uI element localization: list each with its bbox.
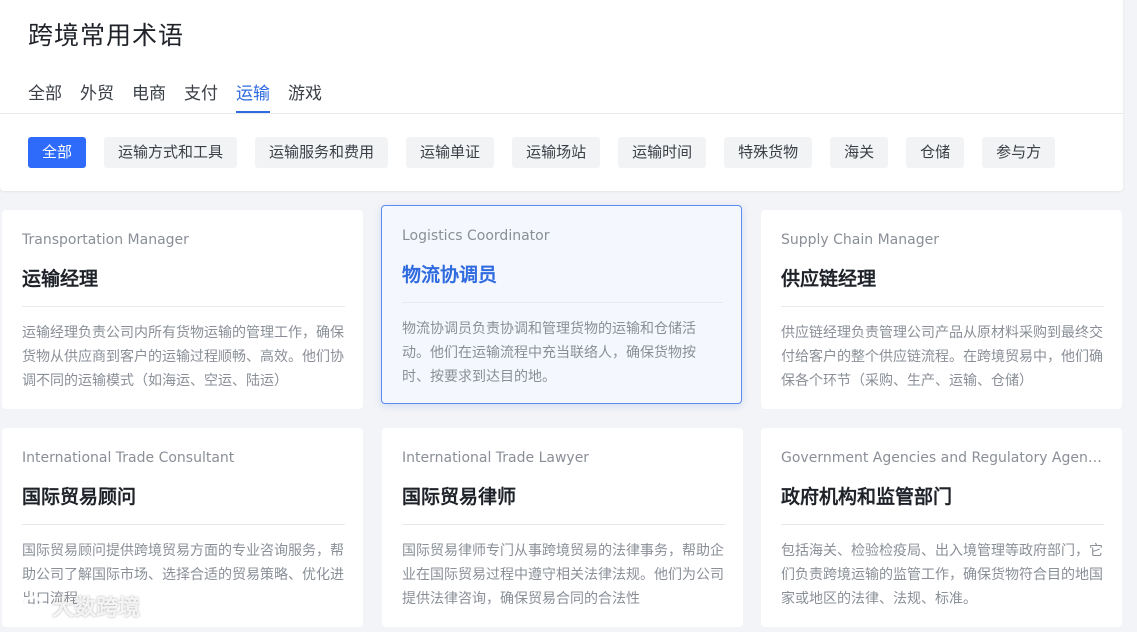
term-description: 运输经理负责公司内所有货物运输的管理工作，确保货物从供应商到客户的运输过程顺畅、… [22, 325, 344, 389]
term-description: 物流协调员负责协调和管理货物的运输和仓储活动。他们在运输流程中充当联络人，确保货… [402, 321, 696, 385]
tab-payment[interactable]: 支付 [184, 79, 218, 113]
card-divider [781, 524, 1104, 525]
tab-ecommerce[interactable]: 电商 [132, 79, 166, 113]
term-card[interactable]: Government Agencies and Regulatory Agenc… [761, 428, 1122, 627]
term-chinese: 国际贸易律师 [402, 486, 517, 508]
term-description: 包括海关、检验检疫局、出入境管理等政府部门，它们负责跨境运输的监管工作，确保货物… [781, 543, 1103, 607]
filter-parties[interactable]: 参与方 [982, 137, 1056, 168]
term-chinese: 政府机构和监管部门 [781, 486, 953, 508]
card-divider [402, 524, 725, 525]
filter-special-cargo[interactable]: 特殊货物 [724, 137, 813, 168]
filter-transit-time[interactable]: 运输时间 [618, 137, 707, 168]
term-english: Transportation Manager [22, 232, 189, 248]
category-filter: 全部 运输方式和工具 运输服务和费用 运输单证 运输场站 运输时间 特殊货物 海… [28, 137, 1073, 168]
card-divider [22, 524, 345, 525]
card-divider [781, 306, 1104, 307]
term-card[interactable]: Transportation Manager 运输经理 运输经理负责公司内所有货… [2, 210, 363, 409]
tab-foreign-trade[interactable]: 外贸 [80, 79, 114, 113]
page-title: 跨境常用术语 [28, 21, 185, 50]
card-divider [402, 302, 723, 303]
term-description: 供应链经理负责管理公司产品从原材料采购到最终交付给客户的整个供应链流程。在跨境贸… [781, 325, 1103, 389]
term-chinese: 国际贸易顾问 [22, 486, 137, 508]
watermark-text: 大数跨境 [52, 596, 141, 621]
term-card[interactable]: International Trade Lawyer 国际贸易律师 国际贸易律师… [382, 428, 743, 627]
card-divider [22, 306, 345, 307]
tab-gaming[interactable]: 游戏 [288, 79, 322, 113]
term-english: Supply Chain Manager [781, 232, 939, 248]
header-panel: 跨境常用术语 全部 外贸 电商 支付 运输 游戏 全部 运输方式和工具 运输服务… [0, 0, 1123, 191]
term-english: International Trade Consultant [22, 450, 235, 466]
term-card[interactable]: Supply Chain Manager 供应链经理 供应链经理负责管理公司产品… [761, 210, 1122, 409]
term-description: 国际贸易律师专门从事跨境贸易的法律事务，帮助企业在国际贸易过程中遵守相关法律法规… [402, 543, 724, 607]
term-chinese: 物流协调员 [402, 264, 498, 286]
term-card-highlighted[interactable]: Logistics Coordinator 物流协调员 物流协调员负责协调和管理… [381, 205, 742, 404]
filter-warehousing[interactable]: 仓储 [906, 137, 965, 168]
term-english: Government Agencies and Regulatory Agenc… [781, 450, 1104, 466]
tab-shipping[interactable]: 运输 [236, 79, 270, 113]
tabs-divider [0, 113, 1123, 114]
term-chinese: 供应链经理 [781, 268, 877, 290]
term-chinese: 运输经理 [22, 268, 99, 290]
term-english: International Trade Lawyer [402, 450, 590, 466]
filter-customs[interactable]: 海关 [830, 137, 889, 168]
filter-documents[interactable]: 运输单证 [406, 137, 495, 168]
filter-services-fees[interactable]: 运输服务和费用 [255, 137, 389, 168]
tab-all[interactable]: 全部 [28, 79, 62, 113]
filter-transport-modes[interactable]: 运输方式和工具 [104, 137, 238, 168]
watermark: 大数跨境 [6, 590, 140, 622]
main-tabs: 全部 外贸 电商 支付 运输 游戏 [28, 79, 340, 113]
filter-terminals[interactable]: 运输场站 [512, 137, 601, 168]
filter-all[interactable]: 全部 [28, 137, 87, 168]
term-english: Logistics Coordinator [402, 228, 550, 244]
watermark-logo-icon [7, 595, 44, 617]
